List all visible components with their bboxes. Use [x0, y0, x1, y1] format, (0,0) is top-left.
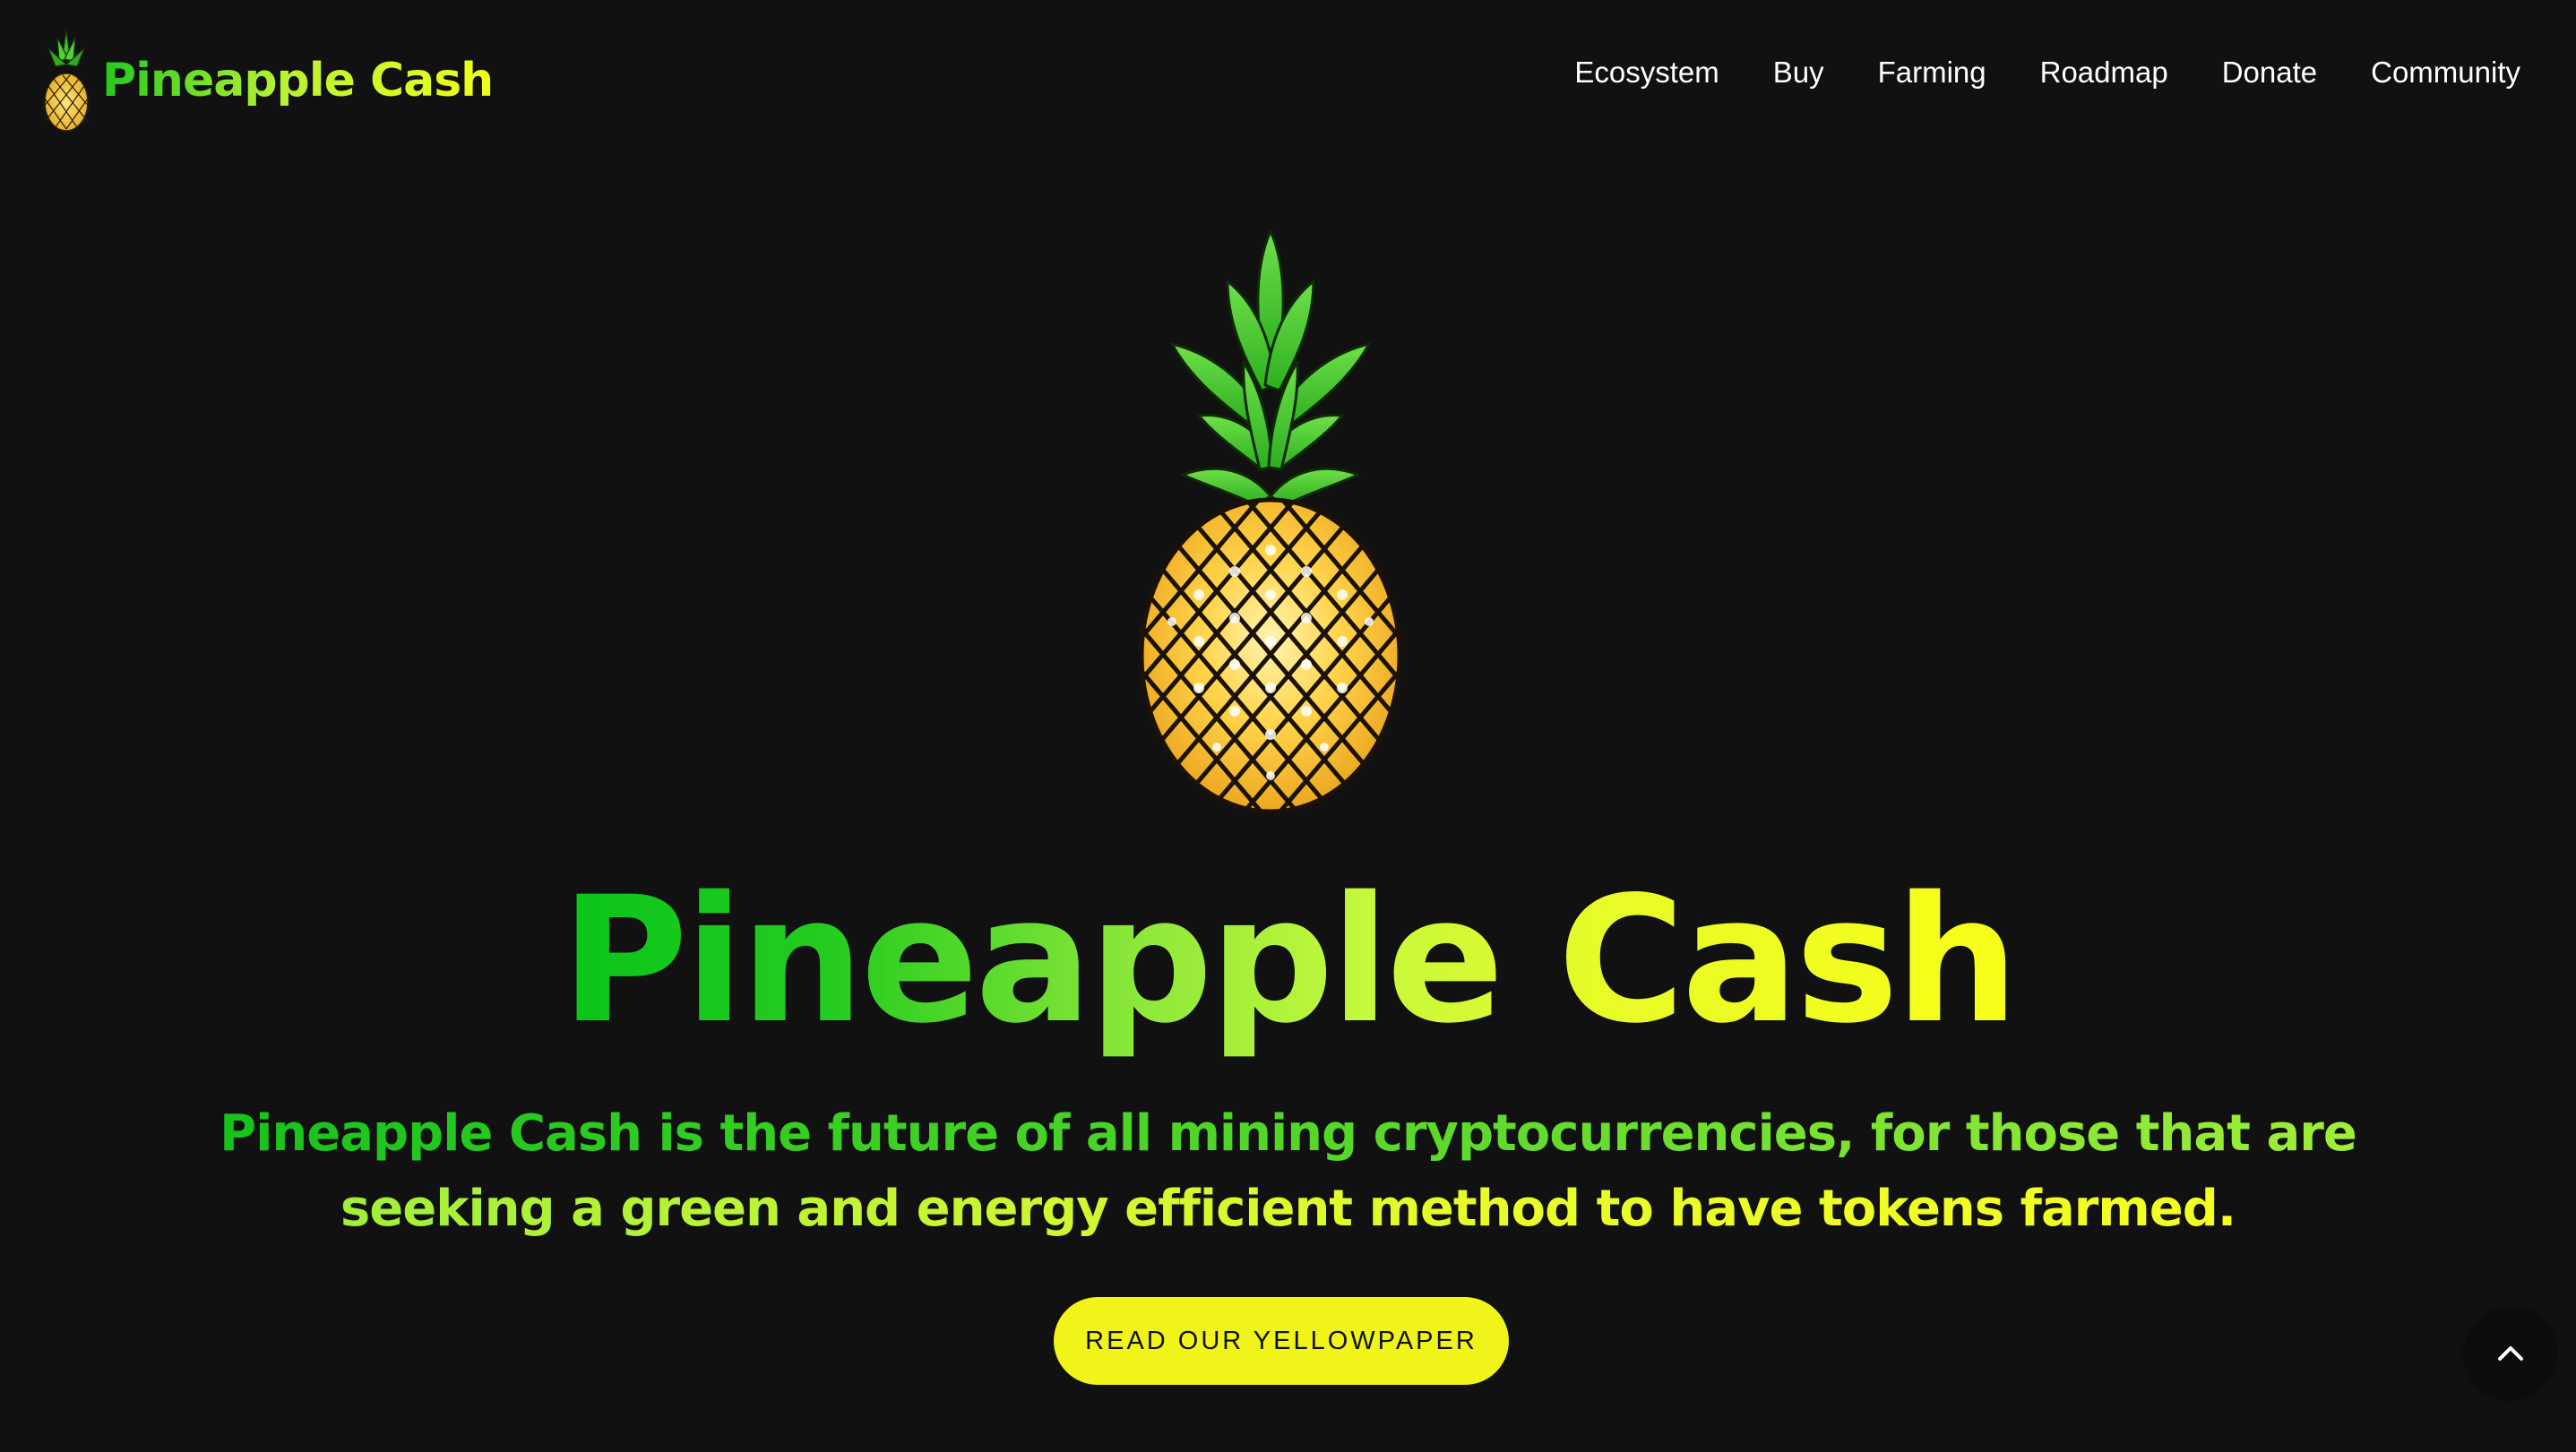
scroll-to-top-button[interactable] — [2465, 1308, 2556, 1399]
hero-title-text: Pineapple Cash — [560, 859, 2020, 1061]
hero-description: Pineapple Cash is the future of all mini… — [179, 1096, 2397, 1247]
page: Pineapple Cash Ecosystem Buy Farming Roa… — [0, 0, 2576, 1452]
nav-farming[interactable]: Farming — [1878, 56, 1986, 90]
nav-ecosystem[interactable]: Ecosystem — [1574, 56, 1719, 90]
brand-link[interactable]: Pineapple Cash — [41, 27, 494, 134]
pineapple-illustration — [1139, 229, 1402, 814]
site-header: Pineapple Cash Ecosystem Buy Farming Roa… — [0, 0, 2576, 161]
nav-roadmap[interactable]: Roadmap — [2040, 56, 2168, 90]
hero-description-text: Pineapple Cash is the future of all mini… — [220, 1104, 2357, 1238]
pineapple-icon — [42, 30, 90, 132]
nav-community[interactable]: Community — [2371, 56, 2520, 90]
brand-name: Pineapple Cash — [102, 54, 494, 107]
chevron-up-icon — [2498, 1346, 2523, 1361]
read-yellowpaper-button[interactable]: READ OUR YELLOWPAPER — [1054, 1297, 1509, 1385]
hero-title: Pineapple Cash — [0, 862, 2576, 1059]
nav-donate[interactable]: Donate — [2222, 56, 2317, 90]
main-nav: Ecosystem Buy Farming Roadmap Donate Com… — [1574, 56, 2520, 90]
nav-buy[interactable]: Buy — [1773, 56, 1824, 90]
